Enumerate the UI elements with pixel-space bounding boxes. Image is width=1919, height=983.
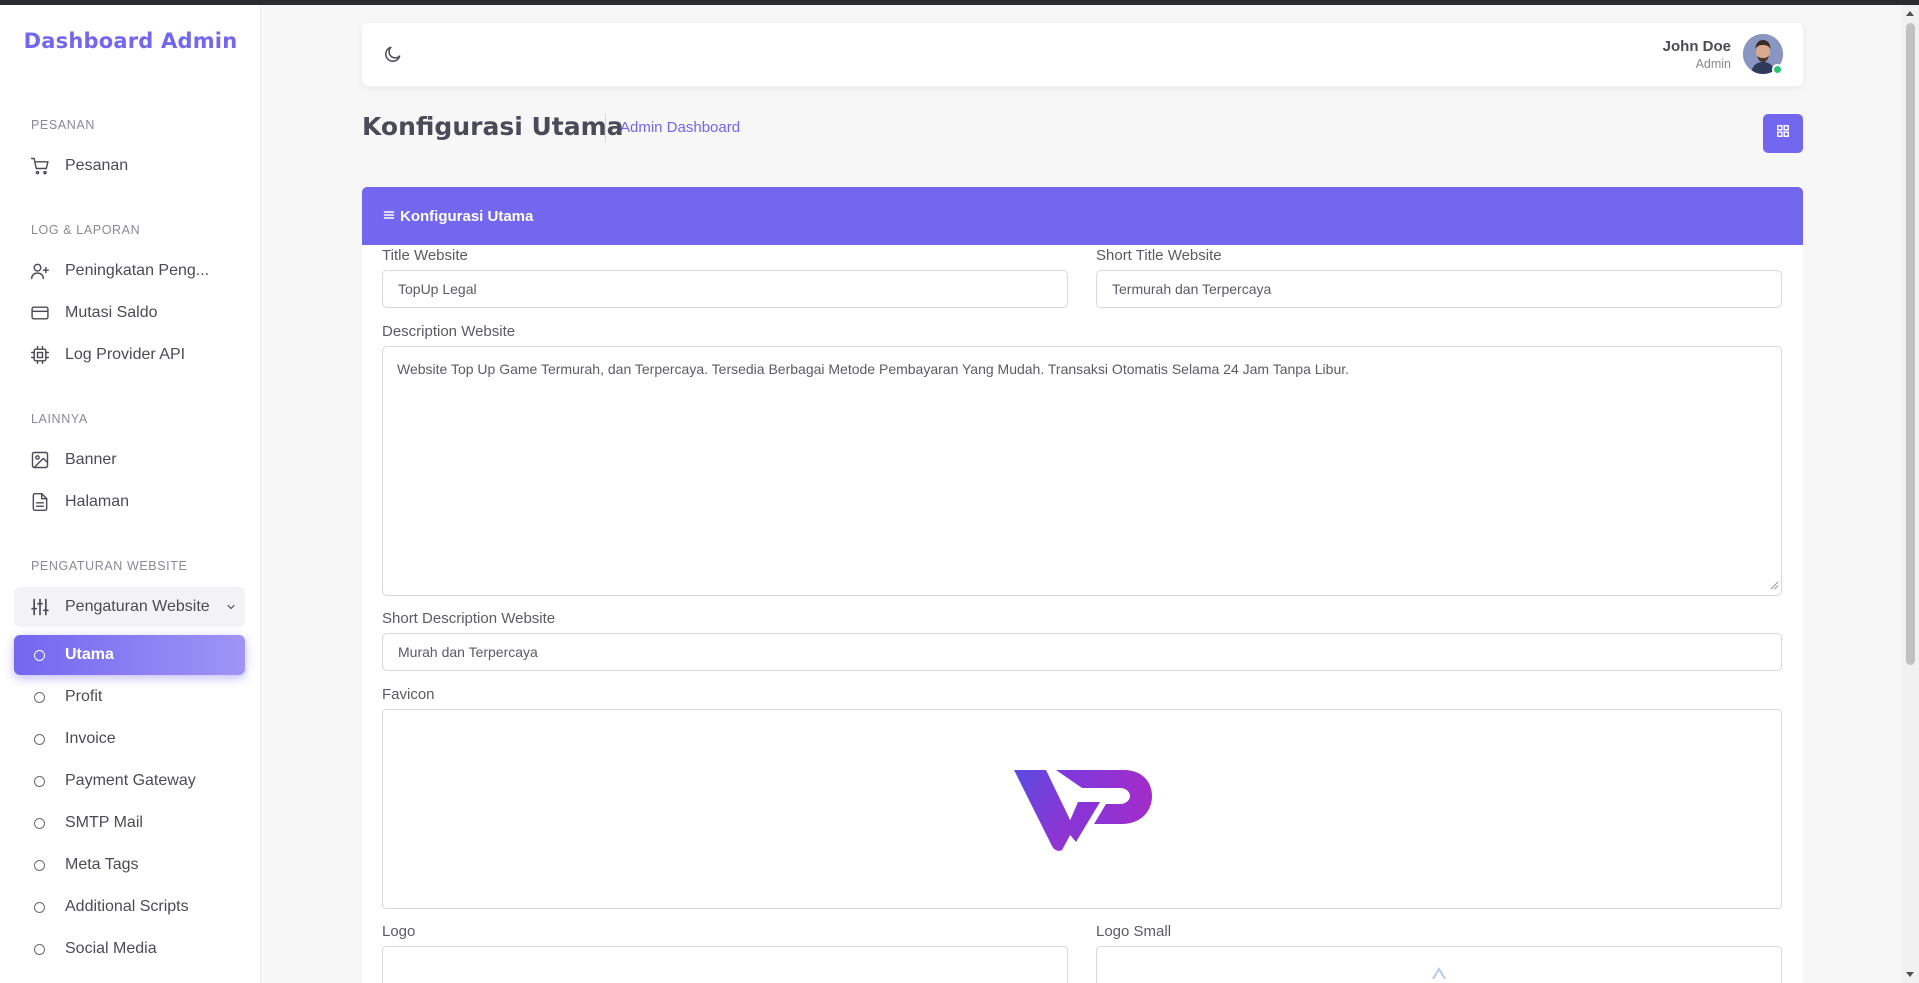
sidebar-item-label: Pengaturan Website bbox=[65, 598, 210, 615]
short-title-website-label: Short Title Website bbox=[1096, 247, 1222, 264]
sidebar-subitem-label: Invoice bbox=[65, 730, 116, 747]
short-title-website-input[interactable]: Termurah dan Terpercaya bbox=[1096, 270, 1782, 308]
breadcrumb[interactable]: Admin Dashboard bbox=[620, 119, 740, 136]
sidebar-item-log-provider-api[interactable]: Log Provider API bbox=[14, 335, 245, 375]
sidebar-item-peningkatan[interactable]: Peningkatan Peng... bbox=[14, 251, 245, 291]
config-card: Konfigurasi Utama Title Website TopUp Le… bbox=[362, 187, 1803, 983]
description-website-label: Description Website bbox=[382, 323, 516, 340]
title-website-input[interactable]: TopUp Legal bbox=[382, 270, 1068, 308]
apps-grid-button[interactable] bbox=[1763, 114, 1803, 153]
circle-icon bbox=[34, 733, 45, 745]
sidebar-item-banner[interactable]: Banner bbox=[14, 440, 245, 480]
image-icon bbox=[30, 450, 50, 470]
user-role: Admin bbox=[1695, 57, 1731, 71]
sidebar-item-label: Halaman bbox=[65, 493, 130, 510]
cart-icon bbox=[30, 156, 50, 176]
card-title: Konfigurasi Utama bbox=[400, 207, 534, 225]
sidebar-subitem-utama[interactable]: Utama bbox=[14, 635, 245, 675]
circle-icon bbox=[34, 691, 45, 703]
online-status-indicator bbox=[1772, 64, 1783, 75]
sidebar-subitem-label: Profit bbox=[65, 688, 103, 705]
sidebar-subitem-label: Payment Gateway bbox=[65, 772, 196, 789]
cpu-chip-icon bbox=[30, 345, 50, 365]
title-divider bbox=[605, 113, 606, 143]
scroll-up-arrow-icon[interactable] bbox=[1906, 11, 1914, 16]
sidebar-item-label: Peningkatan Peng... bbox=[65, 262, 210, 279]
page-title: Konfigurasi Utama bbox=[362, 112, 624, 141]
section-label-pesanan: PESANAN bbox=[31, 118, 95, 132]
sidebar-item-pengaturan-website[interactable]: Pengaturan Website bbox=[14, 587, 245, 627]
sidebar-subitem-label: Utama bbox=[65, 646, 114, 663]
credit-card-icon bbox=[30, 303, 50, 323]
sidebar-subitem-meta-tags[interactable]: Meta Tags bbox=[14, 845, 245, 885]
scroll-down-arrow-icon[interactable] bbox=[1906, 972, 1914, 977]
section-label-log: LOG & LAPORAN bbox=[31, 223, 141, 237]
sidebar-subitem-label: Social Media bbox=[65, 940, 157, 957]
favicon-logo-image bbox=[1012, 768, 1154, 857]
circle-icon bbox=[34, 901, 45, 913]
grid-icon bbox=[1776, 124, 1790, 143]
sidebar-item-label: Banner bbox=[65, 451, 117, 468]
user-name[interactable]: John Doe bbox=[1663, 38, 1731, 55]
description-website-textarea[interactable]: Website Top Up Game Termurah, dan Terper… bbox=[382, 346, 1782, 596]
list-icon bbox=[383, 208, 395, 225]
sidebar-subitem-label: SMTP Mail bbox=[65, 814, 143, 831]
sidebar-subitem-invoice[interactable]: Invoice bbox=[14, 719, 245, 759]
sidebar-subitem-label: Meta Tags bbox=[65, 856, 139, 873]
circle-icon bbox=[34, 859, 45, 871]
sidebar-subitem-additional-scripts[interactable]: Additional Scripts bbox=[14, 887, 245, 927]
brand-title[interactable]: Dashboard Admin bbox=[0, 29, 260, 53]
logo-small-upload-box[interactable] bbox=[1096, 946, 1782, 983]
logo-small-label: Logo Small bbox=[1096, 923, 1172, 940]
moon-icon[interactable] bbox=[383, 44, 403, 69]
sidebar-item-label: Mutasi Saldo bbox=[65, 304, 158, 321]
section-label-lainnya: LAINNYA bbox=[31, 412, 88, 426]
sidebar-subitem-profit[interactable]: Profit bbox=[14, 677, 245, 717]
circle-icon bbox=[34, 817, 45, 829]
description-website-value: Website Top Up Game Termurah, dan Terper… bbox=[397, 361, 1350, 377]
sidebar: Dashboard Admin PESANAN Pesanan LOG & LA… bbox=[0, 5, 261, 983]
logo-label: Logo bbox=[382, 923, 416, 940]
title-website-label: Title Website bbox=[382, 247, 468, 264]
sidebar-subitem-label: Additional Scripts bbox=[65, 898, 189, 915]
short-description-website-input[interactable]: Murah dan Terpercaya bbox=[382, 633, 1782, 671]
logo-small-image-peek bbox=[1431, 966, 1447, 983]
sidebar-subitem-smtp-mail[interactable]: SMTP Mail bbox=[14, 803, 245, 843]
sidebar-item-label: Log Provider API bbox=[65, 346, 186, 363]
circle-icon bbox=[34, 943, 45, 955]
sidebar-item-halaman[interactable]: Halaman bbox=[14, 482, 245, 522]
page-scrollbar[interactable] bbox=[1902, 5, 1919, 983]
sidebar-item-mutasi-saldo[interactable]: Mutasi Saldo bbox=[14, 293, 245, 333]
favicon-label: Favicon bbox=[382, 686, 435, 703]
user-plus-icon bbox=[30, 261, 50, 281]
sidebar-item-label: Pesanan bbox=[65, 157, 129, 174]
sidebar-subitem-social-media[interactable]: Social Media bbox=[14, 929, 245, 969]
card-header: Konfigurasi Utama bbox=[362, 187, 1803, 245]
scroll-thumb[interactable] bbox=[1906, 23, 1915, 665]
sidebar-item-pesanan[interactable]: Pesanan bbox=[14, 146, 245, 186]
section-label-pengaturan-website: PENGATURAN WEBSITE bbox=[31, 559, 188, 573]
file-text-icon bbox=[30, 492, 50, 512]
chevron-down-icon bbox=[225, 600, 237, 618]
resize-handle-icon[interactable] bbox=[1770, 577, 1779, 593]
short-description-website-label: Short Description Website bbox=[382, 610, 556, 627]
favicon-upload-box[interactable] bbox=[382, 709, 1782, 909]
circle-icon bbox=[34, 649, 45, 661]
sliders-icon bbox=[30, 597, 50, 617]
browser-top-strip bbox=[0, 0, 1919, 5]
top-header: John Doe Admin bbox=[362, 23, 1803, 86]
sidebar-subitem-payment-gateway[interactable]: Payment Gateway bbox=[14, 761, 245, 801]
logo-upload-box[interactable] bbox=[382, 946, 1068, 983]
circle-icon bbox=[34, 775, 45, 787]
